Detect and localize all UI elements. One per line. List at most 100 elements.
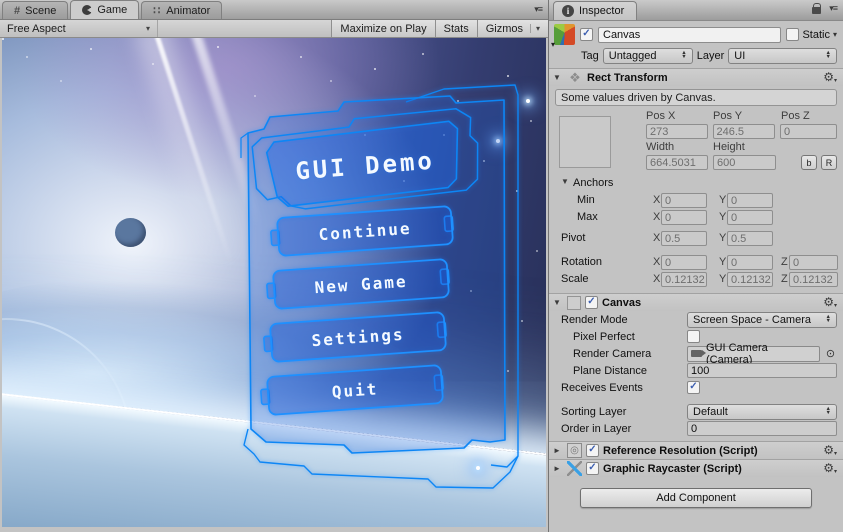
rotation-x-field[interactable]: 0 <box>661 255 707 270</box>
graphic-raycaster-header[interactable]: ► ✓ Graphic Raycaster (Script) ⚙ ▾ <box>549 459 843 477</box>
reference-resolution-title: Reference Resolution (Script) <box>603 444 758 457</box>
render-camera-object-field[interactable]: GUI Camera (Camera) <box>687 342 820 366</box>
rect-transform-header[interactable]: ▼ ❖ Rect Transform ⚙ ▾ <box>549 68 843 86</box>
pivot-y-field[interactable]: 0.5 <box>727 231 773 246</box>
anchors-foldout-row: ▼ Anchors <box>549 175 843 192</box>
game-toolbar: Free Aspect ▾ Maximize on Play Stats Giz… <box>0 20 548 38</box>
unity-editor-window: # Scene Game ∷ Animator ▾≡ Free Aspect ▾… <box>0 0 843 532</box>
render-mode-row: Render Mode Screen Space - Camera ▲ ▼ <box>549 311 843 328</box>
order-in-layer-field[interactable]: 0 <box>687 421 837 436</box>
object-picker-icon[interactable]: ⊙ <box>824 347 837 360</box>
anchors-min-x-field[interactable]: 0 <box>661 193 707 208</box>
foldout-open-icon[interactable]: ▼ <box>553 298 563 307</box>
gear-icon[interactable]: ⚙ ▾ <box>823 71 837 84</box>
gear-icon[interactable]: ⚙ ▾ <box>823 462 837 475</box>
foldout-open-icon[interactable]: ▼ <box>553 73 563 82</box>
blueprint-mode-button[interactable]: b <box>801 155 817 170</box>
gear-icon[interactable]: ⚙ ▾ <box>823 296 837 309</box>
static-checkbox[interactable] <box>786 28 800 41</box>
axis-y-label: Y <box>719 194 727 206</box>
anchors-min-y-field[interactable]: 0 <box>727 193 773 208</box>
max-label: Max <box>577 211 598 223</box>
receives-events-row: Receives Events ✓ <box>549 379 843 396</box>
gui-demo-menu: GUI Demo Continue New Game Settings Quit <box>240 84 519 489</box>
tab-animator-label: Animator <box>166 4 211 17</box>
raw-edit-mode-button[interactable]: R <box>821 155 837 170</box>
maximize-on-play-label: Maximize on Play <box>340 22 427 35</box>
gameobject-name-field[interactable]: Canvas <box>598 26 782 43</box>
reference-resolution-header[interactable]: ► ◎ ✓ Reference Resolution (Script) ⚙ ▾ <box>549 441 843 459</box>
tab-inspector[interactable]: i Inspector <box>553 1 638 20</box>
axis-x-label: X <box>653 273 661 285</box>
active-checkbox[interactable]: ✓ <box>580 28 593 41</box>
stats-button[interactable]: Stats <box>434 20 477 37</box>
updown-icon: ▲ ▼ <box>825 405 831 416</box>
foldout-open-icon[interactable]: ▼ <box>561 177 569 186</box>
anchors-max-y-field[interactable]: 0 <box>727 210 773 225</box>
plane-distance-field[interactable]: 100 <box>687 363 837 378</box>
add-component-button[interactable]: Add Component <box>580 488 812 508</box>
foldout-closed-icon[interactable]: ► <box>553 446 563 455</box>
rect-transform-icon: ❖ <box>569 69 581 85</box>
stats-label: Stats <box>443 22 469 35</box>
axis-z-label: Z <box>781 256 788 268</box>
layer-dropdown[interactable]: UI ▲ ▼ <box>728 48 837 64</box>
aspect-dropdown[interactable]: Free Aspect ▾ <box>0 20 158 37</box>
receives-events-checkbox[interactable]: ✓ <box>687 381 700 394</box>
scale-label: Scale <box>561 273 589 285</box>
canvas-component-header[interactable]: ▼ ✓ Canvas ⚙ ▾ <box>549 293 843 311</box>
maximize-on-play-button[interactable]: Maximize on Play <box>331 20 435 37</box>
pos-x-field[interactable]: 273 <box>646 124 708 139</box>
gameobject-icon[interactable]: ▾ <box>551 24 575 49</box>
pos-y-field[interactable]: 246.5 <box>712 124 775 139</box>
tag-label: Tag <box>581 50 599 62</box>
height-field[interactable]: 600 <box>713 155 776 170</box>
scale-x-field[interactable]: 0.12132 <box>661 272 707 287</box>
pixel-perfect-checkbox[interactable] <box>687 330 700 343</box>
render-mode-label: Render Mode <box>561 313 628 326</box>
gizmos-button[interactable]: Gizmos ▾ <box>476 20 548 37</box>
foldout-closed-icon[interactable]: ► <box>553 464 563 473</box>
anchors-label: Anchors <box>573 177 614 189</box>
static-label: Static <box>802 28 830 41</box>
canvas-enabled-checkbox[interactable]: ✓ <box>585 296 598 309</box>
inspector-tab-bar: i Inspector ▾≡ <box>549 0 843 21</box>
axis-x-label: X <box>653 256 661 268</box>
scale-row: Scale X 0.12132 Y 0.12132 Z 0.12132 <box>549 271 843 288</box>
sorting-layer-row: Sorting Layer Default ▲ ▼ <box>549 403 843 420</box>
render-camera-row: Render Camera GUI Camera (Camera) ⊙ <box>549 342 843 366</box>
tab-game[interactable]: Game <box>70 0 140 19</box>
check-icon: ✓ <box>689 380 698 392</box>
pos-z-field[interactable]: 0 <box>780 124 837 139</box>
width-field[interactable]: 664.5031 <box>646 155 708 170</box>
reference-resolution-icon: ◎ <box>567 443 582 458</box>
anchors-max-x-field[interactable]: 0 <box>661 210 707 225</box>
gameobject-header: ▾ ✓ Canvas Static ▾ <box>549 21 843 49</box>
pivot-x-field[interactable]: 0.5 <box>661 231 707 246</box>
check-icon: ✓ <box>588 443 597 455</box>
graphic-raycaster-checkbox[interactable]: ✓ <box>586 462 599 475</box>
lock-icon[interactable] <box>812 3 822 14</box>
tab-animator[interactable]: ∷ Animator <box>141 1 223 19</box>
gear-icon[interactable]: ⚙ ▾ <box>823 444 837 457</box>
panel-menu-icon[interactable]: ▾≡ <box>534 4 543 15</box>
width-label: Width <box>646 141 675 153</box>
quit-label: Quit <box>331 379 379 401</box>
tab-scene[interactable]: # Scene <box>2 1 69 19</box>
panel-menu-icon[interactable]: ▾≡ <box>829 3 838 14</box>
sorting-layer-dropdown[interactable]: Default ▲ ▼ <box>687 403 837 420</box>
scale-z-field[interactable]: 0.12132 <box>789 272 838 287</box>
rotation-z-field[interactable]: 0 <box>789 255 838 270</box>
reference-resolution-checkbox[interactable]: ✓ <box>586 444 599 457</box>
game-viewport: GUI Demo Continue New Game Settings Quit <box>2 38 546 527</box>
updown-icon: ▲ ▼ <box>825 50 831 60</box>
pos-y-label: Pos Y <box>713 110 743 122</box>
static-dropdown-icon[interactable]: ▾ <box>833 30 837 39</box>
anchor-preview-box[interactable] <box>559 116 611 168</box>
render-mode-dropdown[interactable]: Screen Space - Camera ▲ ▼ <box>687 311 837 328</box>
tag-dropdown[interactable]: Untagged ▲ ▼ <box>602 48 693 64</box>
rotation-y-field[interactable]: 0 <box>727 255 773 270</box>
axis-y-label: Y <box>719 211 727 223</box>
scale-y-field[interactable]: 0.12132 <box>727 272 773 287</box>
